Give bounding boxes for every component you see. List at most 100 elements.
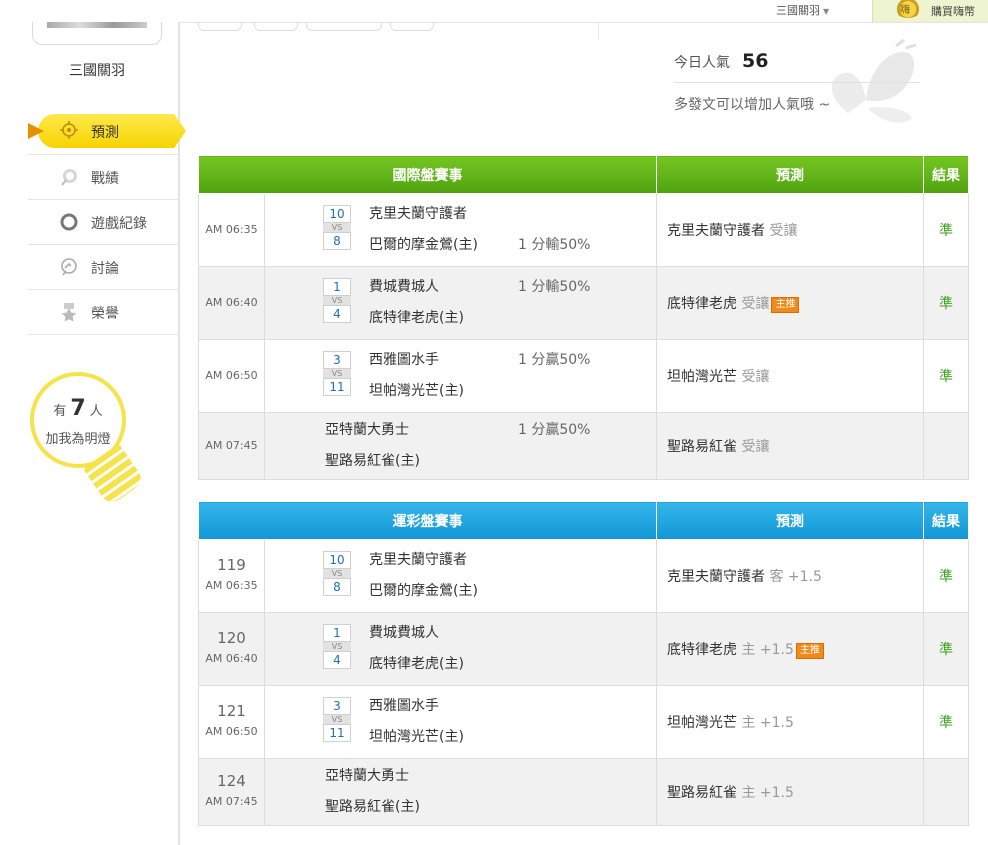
result-cell: 準	[923, 193, 969, 267]
score-box: 3 VS 11	[323, 351, 351, 396]
match-time-cell: 121 AM 06:50	[198, 685, 265, 759]
vs-label: VS	[323, 715, 351, 724]
column-header-prediction: 預測	[656, 501, 924, 540]
match-time: AM 06:50	[205, 369, 258, 382]
match-cell[interactable]: 3 VS 11 西雅圖水手 坦帕灣光芒(主)	[264, 685, 657, 759]
sidebar-item-discussion[interactable]: 討論	[28, 244, 178, 289]
sidebar-item-label: 榮譽	[91, 306, 119, 322]
crosshair-icon	[60, 121, 78, 139]
predicted-team: 聖路易紅雀	[667, 785, 737, 801]
prediction-type: 主 +1.5	[741, 642, 794, 658]
prediction-type: 受讓	[741, 296, 770, 312]
result-cell: 準	[923, 685, 969, 759]
score-box: 10 VS 8	[323, 205, 351, 250]
user-menu[interactable]: 三國關羽 ▼	[776, 2, 829, 20]
score-box: 1 VS 4	[323, 624, 351, 669]
fans-count: 有7人	[53, 396, 103, 421]
buy-coins-label: 購買嗨幣	[931, 5, 975, 18]
away-score: 1	[323, 278, 351, 296]
match-cell[interactable]: 10 VS 8 克里夫蘭守護者 巴爾的摩金鶯(主)	[264, 539, 657, 613]
prediction-type: 主 +1.5	[741, 715, 794, 731]
popularity-value: 56	[742, 50, 769, 72]
match-time: AM 07:45	[205, 439, 258, 452]
tab-3[interactable]	[306, 22, 382, 31]
table-row: AM 06:35 10 VS 8 克里夫蘭守護者 巴爾的摩金鶯(主) 1 分輸50% 克里夫蘭…	[198, 193, 969, 267]
match-cell[interactable]: 亞特蘭大勇士 聖路易紅雀(主) 1 分贏50%	[264, 412, 657, 480]
vs-label: VS	[323, 369, 351, 378]
away-team: 亞特蘭大勇士	[325, 768, 409, 784]
avatar-image	[47, 22, 147, 28]
match-cell[interactable]: 10 VS 8 克里夫蘭守護者 巴爾的摩金鶯(主) 1 分輸50%	[264, 193, 657, 267]
sidebar-item-honor[interactable]: 榮譽	[28, 289, 178, 335]
match-cell[interactable]: 1 VS 4 費城費城人 底特律老虎(主)	[264, 612, 657, 686]
away-score: 3	[323, 697, 351, 715]
predicted-team: 克里夫蘭守護者	[667, 569, 765, 585]
predicted-team: 聖路易紅雀	[667, 439, 737, 455]
match-time-cell: AM 06:40	[198, 266, 265, 340]
match-cell[interactable]: 1 VS 4 費城費城人 底特律老虎(主) 1 分輸50%	[264, 266, 657, 340]
predicted-team: 克里夫蘭守護者	[667, 223, 765, 239]
top-bar: 三國關羽 ▼ 嗨 購買嗨幣	[0, 0, 988, 23]
match-number: 119	[217, 556, 246, 574]
prediction-cell: 底特律老虎 主 +1.5 主推	[656, 612, 924, 686]
table-row: 119 AM 06:35 10 VS 8 克里夫蘭守護者 巴爾的摩金鶯(主) 克里夫蘭守護者 …	[198, 539, 969, 613]
medal-icon	[61, 303, 77, 321]
prediction-cell: 坦帕灣光芒 受讓	[656, 339, 924, 413]
sidebar-item-game-log[interactable]: 遊戲紀錄	[28, 199, 178, 244]
column-header-match: 國際盤賽事	[198, 155, 657, 194]
sidebar-item-predict[interactable]: 預測	[28, 110, 188, 152]
home-team: 底特律老虎(主)	[369, 656, 464, 672]
tab-4[interactable]	[390, 22, 434, 31]
home-team: 聖路易紅雀(主)	[325, 453, 420, 469]
match-cell[interactable]: 亞特蘭大勇士 聖路易紅雀(主)	[264, 758, 657, 826]
result-cell: 準	[923, 266, 969, 340]
away-team: 西雅圖水手	[369, 698, 439, 714]
match-time-cell: 119 AM 06:35	[198, 539, 265, 613]
home-team: 聖路易紅雀(主)	[325, 799, 420, 815]
match-number: 121	[217, 702, 246, 720]
score-box: 1 VS 4	[323, 278, 351, 323]
intl-odds-table: 國際盤賽事 預測 結果 AM 06:35 10 VS 8 克里夫蘭守護者 巴爾的摩金鶯(主…	[198, 155, 969, 480]
divider	[674, 82, 920, 83]
match-time-cell: 120 AM 06:40	[198, 612, 265, 686]
buy-coins-button[interactable]: 嗨 購買嗨幣	[872, 0, 988, 22]
table-row: 124 AM 07:45 亞特蘭大勇士 聖路易紅雀(主) 聖路易紅雀 主 +1.5	[198, 758, 969, 826]
prediction-cell: 底特律老虎 受讓 主推	[656, 266, 924, 340]
fans-lightbulb[interactable]: 有7人 加我為明燈	[30, 372, 146, 512]
match-time: AM 07:45	[205, 795, 258, 808]
active-arrow-icon	[28, 123, 44, 139]
prediction-type: 客 +1.5	[769, 569, 822, 585]
vs-label: VS	[323, 296, 351, 305]
coin-icon: 嗨	[893, 0, 923, 18]
home-score: 4	[323, 305, 351, 323]
table-row: 121 AM 06:50 3 VS 11 西雅圖水手 坦帕灣光芒(主) 坦帕灣光芒 主 +1.…	[198, 685, 969, 759]
match-cell[interactable]: 3 VS 11 西雅圖水手 坦帕灣光芒(主) 1 分贏50%	[264, 339, 657, 413]
home-score: 8	[323, 578, 351, 596]
away-team: 亞特蘭大勇士	[325, 422, 409, 438]
prediction-type: 主 +1.5	[741, 785, 794, 801]
popularity-hint: 多發文可以增加人氣哦 ~	[674, 97, 831, 113]
popularity-panel: 今日人氣 56 多發文可以增加人氣哦 ~	[658, 40, 920, 130]
avatar[interactable]	[32, 22, 162, 45]
home-score: 11	[323, 724, 351, 742]
prediction-cell: 聖路易紅雀 主 +1.5	[656, 758, 924, 826]
sidebar-item-record[interactable]: 戰績	[28, 154, 178, 199]
away-team: 西雅圖水手	[369, 352, 439, 368]
score-box: 10 VS 8	[323, 551, 351, 596]
match-time: AM 06:35	[205, 579, 258, 592]
match-time: AM 06:50	[205, 725, 258, 738]
fans-caption: 加我為明燈	[45, 432, 111, 447]
home-score: 11	[323, 378, 351, 396]
prediction-type: 受讓	[769, 223, 798, 239]
table-row: 120 AM 06:40 1 VS 4 費城費城人 底特律老虎(主) 底特律老虎 主 +1.5…	[198, 612, 969, 686]
result-cell: 準	[923, 339, 969, 413]
tab-2[interactable]	[254, 22, 298, 31]
sidebar-item-label: 預測	[91, 125, 119, 141]
vs-label: VS	[323, 642, 351, 651]
handicap-result: 1 分輸50%	[518, 237, 591, 253]
tab-1[interactable]	[198, 22, 242, 31]
match-time-cell: 124 AM 07:45	[198, 758, 265, 826]
column-header-match: 運彩盤賽事	[198, 501, 657, 540]
match-time-cell: AM 06:50	[198, 339, 265, 413]
predicted-team: 坦帕灣光芒	[667, 369, 737, 385]
